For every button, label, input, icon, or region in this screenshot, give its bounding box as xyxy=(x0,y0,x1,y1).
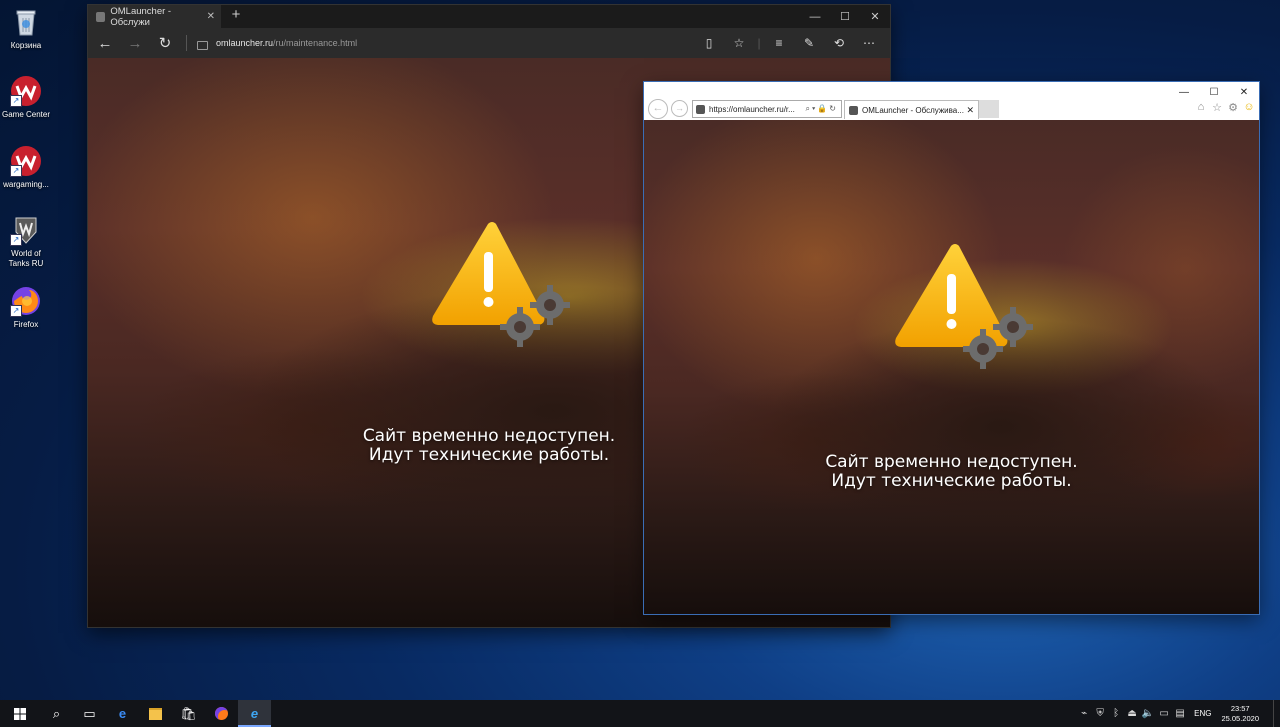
lock-icon xyxy=(197,40,208,50)
shortcut-arrow-icon: ↗ xyxy=(10,305,22,317)
address-bar[interactable]: omlauncher.ru/ru/maintenance.html xyxy=(216,38,357,48)
recycle-bin-icon xyxy=(10,6,42,38)
desktop-icon-label: wargaming... xyxy=(3,180,49,189)
start-button[interactable] xyxy=(0,700,40,727)
taskbar: ⌕ ▭ e 🛍 e ⌁ ⛨ ᛒ ⏏ 🔈 ▭ ▤ ENG 23:57 25.05.… xyxy=(0,700,1280,727)
address-text: https://omlauncher.ru/r... xyxy=(709,104,795,114)
url-path: /ru/maintenance.html xyxy=(273,38,358,48)
world-of-tanks-icon: ↗ xyxy=(10,214,42,246)
minimize-button[interactable]: — xyxy=(1169,82,1199,102)
firefox-icon: ↗ xyxy=(10,285,42,317)
show-desktop-button[interactable] xyxy=(1273,700,1280,727)
edge-title-bar: OMLauncher - Обслужи ✕ + — ☐ ✕ xyxy=(88,5,890,28)
close-window-button[interactable]: ✕ xyxy=(1229,82,1259,102)
windows-logo-icon xyxy=(14,707,26,720)
site-favicon-icon xyxy=(96,11,106,22)
tab-close-icon[interactable]: ✕ xyxy=(966,105,974,116)
display-icon[interactable]: ▭ xyxy=(1156,708,1172,719)
desktop-icon-label: World of Tanks RU xyxy=(8,249,44,268)
new-tab-button[interactable] xyxy=(979,100,999,118)
firefox-taskbar-icon[interactable] xyxy=(205,700,238,727)
web-note-icon[interactable]: ✎ xyxy=(794,36,824,50)
ie-page-content: Сайт временно недоступен. Идут техническ… xyxy=(644,120,1259,614)
edge-toolbar: ▯ ☆ | ≡ ✎ ⟲ ⋯ xyxy=(694,28,884,58)
edge-nav-bar: ← → ↻ omlauncher.ru/ru/maintenance.html … xyxy=(88,28,890,58)
desktop-icon-firefox[interactable]: ↗ Firefox xyxy=(0,285,52,330)
ie-browser-window: — ☐ ✕ ← → https://omlauncher.ru/r... ⌕▾🔒… xyxy=(644,82,1259,614)
wargaming-icon: ↗ xyxy=(10,75,42,107)
language-indicator[interactable]: ENG xyxy=(1194,709,1211,718)
reading-view-icon[interactable]: ▯ xyxy=(694,36,724,50)
usb-icon[interactable]: ⏏ xyxy=(1124,708,1140,719)
shortcut-arrow-icon: ↗ xyxy=(10,234,22,246)
wargaming-icon: ↗ xyxy=(10,145,42,177)
desktop-icon-label: Game Center xyxy=(1,110,51,119)
refresh-button[interactable]: ↻ xyxy=(150,34,180,52)
maintenance-message: Сайт временно недоступен. Идут техническ… xyxy=(644,453,1259,491)
desktop-icon-game-center[interactable]: ↗ Game Center xyxy=(0,75,52,120)
maximize-button[interactable]: ☐ xyxy=(830,5,860,28)
clock[interactable]: 23:57 25.05.2020 xyxy=(1221,704,1259,724)
settings-gear-icon[interactable]: ⚙ xyxy=(1225,101,1241,114)
message-icon[interactable]: ▤ xyxy=(1172,708,1188,719)
more-menu-icon[interactable]: ⋯ xyxy=(854,36,884,50)
shortcut-arrow-icon: ↗ xyxy=(10,165,22,177)
store-icon[interactable]: 🛍 xyxy=(172,700,205,727)
warning-gears-icon xyxy=(432,222,570,347)
forward-button[interactable]: → xyxy=(120,35,150,52)
share-icon[interactable]: ⟲ xyxy=(824,36,854,50)
network-disconnected-icon[interactable]: ⌁ xyxy=(1076,708,1092,719)
close-window-button[interactable]: ✕ xyxy=(860,5,890,28)
divider: | xyxy=(757,36,761,50)
window-controls: — ☐ ✕ xyxy=(800,5,890,28)
system-tray: ⌁ ⛨ ᛒ ⏏ 🔈 ▭ ▤ ENG 23:57 25.05.2020 xyxy=(1076,700,1280,727)
ie-taskbar-icon[interactable]: e xyxy=(238,700,271,727)
message-line-1: Сайт временно недоступен. xyxy=(825,452,1078,472)
back-button[interactable]: ← xyxy=(90,35,120,52)
clock-date: 25.05.2020 xyxy=(1221,713,1259,723)
desktop-icon-world-of-tanks[interactable]: ↗ World of Tanks RU xyxy=(0,214,52,269)
site-favicon-icon xyxy=(849,105,858,115)
desktop-icon-wargaming[interactable]: ↗ wargaming... xyxy=(0,145,52,190)
volume-icon[interactable]: 🔈 xyxy=(1140,708,1156,719)
edge-tab[interactable]: OMLauncher - Обслужи ✕ xyxy=(88,5,221,28)
ie-toolbar: ⌂ ☆ ⚙ ☺ xyxy=(1193,101,1257,114)
shortcut-arrow-icon: ↗ xyxy=(10,95,22,107)
forward-button[interactable]: → xyxy=(671,100,688,117)
message-line-2: Идут технические работы. xyxy=(831,471,1072,491)
site-favicon-icon xyxy=(696,104,705,114)
clock-time: 23:57 xyxy=(1230,703,1250,713)
divider xyxy=(186,35,187,51)
minimize-button[interactable]: — xyxy=(800,5,830,28)
warning-gears-icon xyxy=(895,244,1033,369)
desktop-icon-label: Firefox xyxy=(13,320,39,329)
home-icon[interactable]: ⌂ xyxy=(1193,101,1209,114)
ie-tab-title: OMLauncher - Обслужива... xyxy=(862,105,964,115)
bluetooth-icon[interactable]: ᛒ xyxy=(1108,708,1124,719)
desktop-icon-recycle-bin[interactable]: Корзина xyxy=(0,6,52,51)
edge-taskbar-icon[interactable]: e xyxy=(106,700,139,727)
tab-close-icon[interactable]: ✕ xyxy=(207,11,215,22)
maximize-button[interactable]: ☐ xyxy=(1199,82,1229,102)
desktop-icon-label: Корзина xyxy=(10,41,42,50)
security-icon[interactable]: ⛨ xyxy=(1092,708,1108,719)
url-domain: omlauncher.ru xyxy=(216,38,274,48)
address-bar[interactable]: https://omlauncher.ru/r... ⌕▾🔒↻ xyxy=(692,100,842,118)
edge-tab-title: OMLauncher - Обслужи xyxy=(110,5,172,28)
favorite-star-icon[interactable]: ☆ xyxy=(724,36,754,50)
search-icon[interactable]: ⌕ xyxy=(40,700,73,727)
window-controls: — ☐ ✕ xyxy=(1169,82,1259,102)
address-actions-icon[interactable]: ⌕▾🔒↻ xyxy=(805,104,838,114)
feedback-smiley-icon[interactable]: ☺ xyxy=(1241,101,1257,114)
task-view-icon[interactable]: ▭ xyxy=(73,700,106,727)
back-button[interactable]: ← xyxy=(648,99,668,119)
ie-title-bar: — ☐ ✕ ← → https://omlauncher.ru/r... ⌕▾🔒… xyxy=(644,82,1259,120)
ie-tab[interactable]: OMLauncher - Обслужива... ✕ xyxy=(844,100,979,119)
file-explorer-icon[interactable] xyxy=(139,700,172,727)
favorites-star-icon[interactable]: ☆ xyxy=(1209,101,1225,114)
new-tab-button[interactable]: + xyxy=(227,6,245,23)
hub-icon[interactable]: ≡ xyxy=(764,36,794,50)
